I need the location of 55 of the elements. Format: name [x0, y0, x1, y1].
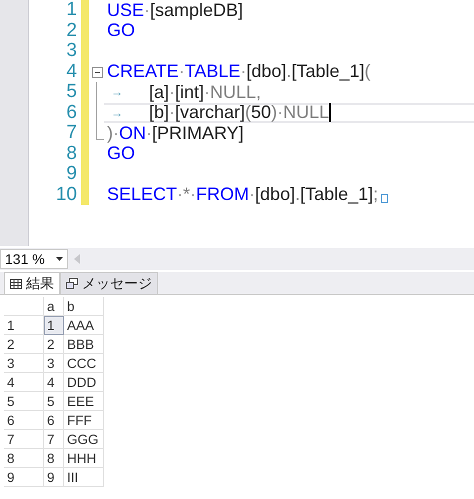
text-cursor	[329, 103, 331, 122]
row-header[interactable]: 5	[4, 392, 44, 411]
table-cell: 7	[44, 430, 64, 449]
row-header[interactable]: 2	[4, 335, 44, 354]
row-header[interactable]: 7	[4, 430, 44, 449]
grid-icon	[10, 278, 22, 288]
code-line: SELECT·*·FROM·[dbo].[Table_1];	[104, 184, 474, 205]
table-cell: 3	[44, 354, 64, 373]
corner-cell	[4, 297, 44, 316]
line-number: 4	[65, 60, 77, 83]
table-cell: 9	[44, 468, 64, 487]
message-icon	[66, 278, 78, 289]
table-cell: 4	[44, 373, 64, 392]
line-number: 5	[65, 81, 77, 104]
table-cell: AAA	[64, 316, 104, 335]
table-cell: DDD	[64, 373, 104, 392]
table-cell: 6	[44, 411, 64, 430]
table-cell: CCC	[64, 354, 104, 373]
line-number: 10	[54, 184, 77, 206]
table-cell: EEE	[64, 392, 104, 411]
line-number: 8	[65, 142, 77, 165]
code-line: → [a]·[int]·NULL,	[110, 82, 262, 102]
code-line: )·ON·[PRIMARY]	[106, 123, 245, 144]
result-tab[interactable]: 結果	[4, 272, 60, 294]
end-marker-icon	[381, 194, 388, 204]
table-cell: 8	[44, 449, 64, 468]
dropdown-caret-icon[interactable]	[56, 257, 63, 261]
collapse-icon[interactable]	[92, 66, 103, 78]
code-line: GO	[106, 144, 136, 164]
code-line: USE·[sampleDB]	[106, 0, 244, 20]
zoom-dropdown[interactable]: 131 %	[0, 249, 68, 269]
row-header[interactable]: 9	[4, 468, 44, 487]
row-header[interactable]: 4	[4, 373, 44, 392]
line-number: 1	[65, 0, 77, 22]
row-header[interactable]: 6	[4, 411, 44, 430]
code-line: CREATE·TABLE·[dbo].[Table_1](	[106, 62, 372, 82]
code-line: → [b]·[varchar](50)·NULL	[104, 102, 474, 123]
table-cell: FFF	[64, 411, 104, 430]
code-line: GO	[106, 20, 136, 41]
table-cell: 2	[44, 335, 64, 354]
table-cell: HHH	[64, 449, 104, 468]
line-number: 6	[65, 102, 77, 124]
row-header[interactable]: 8	[4, 449, 44, 468]
column-header[interactable]: b	[64, 297, 104, 316]
line-number: 7	[65, 122, 77, 144]
table-cell: BBB	[64, 335, 104, 354]
line-number: 3	[65, 40, 77, 62]
table-cell: III	[64, 468, 104, 487]
table-cell: 1	[44, 316, 64, 335]
table-cell: GGG	[64, 430, 104, 449]
table-cell: 5	[44, 392, 64, 411]
line-number: 2	[65, 20, 77, 42]
result-tab[interactable]: メッセージ	[60, 272, 158, 294]
line-number: 9	[65, 163, 77, 186]
row-header[interactable]: 3	[4, 354, 44, 373]
